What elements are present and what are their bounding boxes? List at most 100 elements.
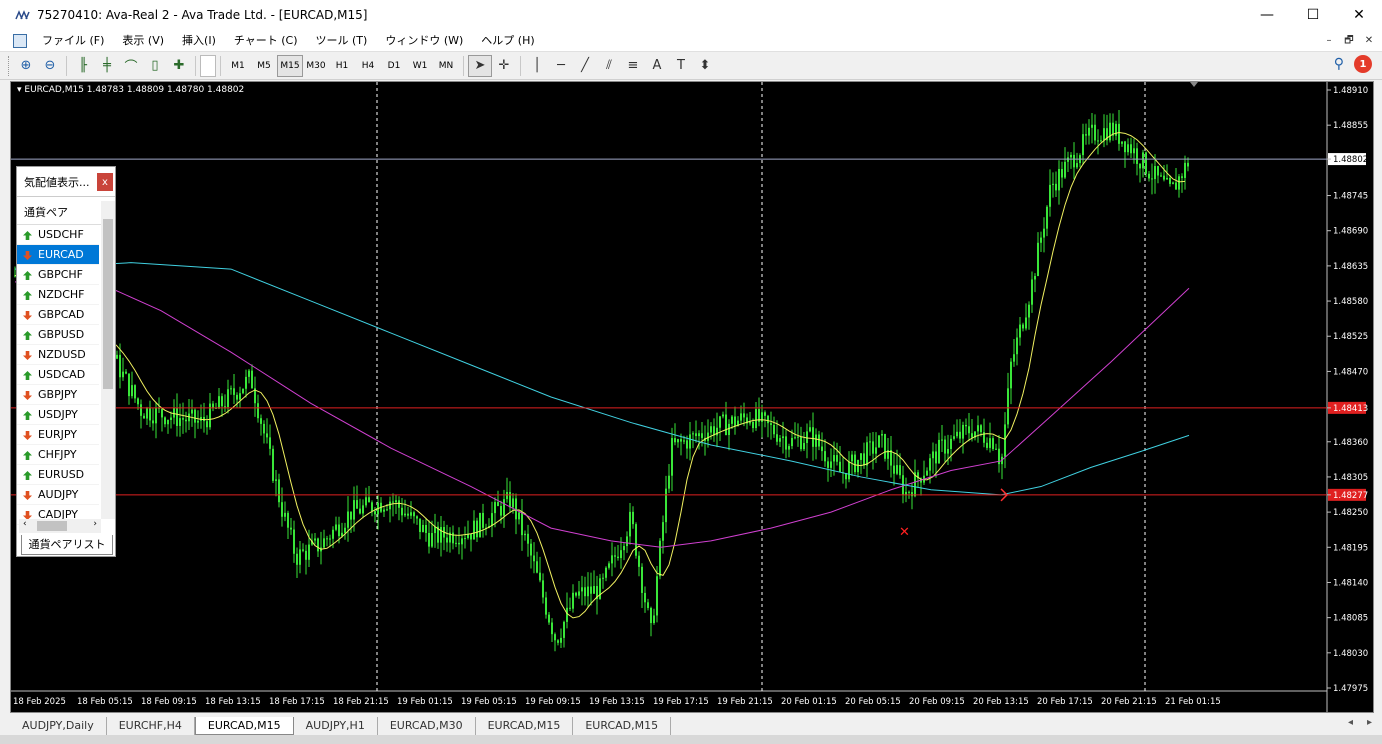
scroll-thumb[interactable] (103, 219, 113, 389)
candlestick-icon[interactable]: ╪ (95, 55, 119, 77)
tab-prev-icon[interactable]: ◂ (1348, 717, 1353, 728)
market-watch-row[interactable]: GBPCAD (17, 305, 99, 325)
close-button[interactable]: ✕ (1336, 0, 1382, 30)
chart-tab-active[interactable]: EURCAD,M15 (194, 717, 294, 735)
chart-tab[interactable]: AUDJPY,H1 (294, 717, 378, 735)
mdi-restore-button[interactable]: 🗗 (1342, 34, 1356, 48)
market-watch-row[interactable]: EURJPY (17, 425, 99, 445)
candle-body (1169, 177, 1171, 184)
tab-navigation: ◂ ▸ (1348, 717, 1372, 728)
candle-body (872, 441, 874, 454)
timeframe-m5[interactable]: M5 (251, 55, 277, 77)
search-icon[interactable]: ⚲ (1334, 56, 1344, 72)
candle-body (1148, 173, 1150, 179)
timeframe-w1[interactable]: W1 (407, 55, 433, 77)
menu-view[interactable]: 表示 (V) (113, 30, 173, 52)
candle-body (290, 527, 292, 530)
market-watch-row[interactable]: NZDUSD (17, 345, 99, 365)
fibonacci-icon[interactable]: ≡ (621, 55, 645, 77)
scroll-left-icon[interactable]: ‹ (23, 519, 27, 529)
timeframe-m30[interactable]: M30 (303, 55, 329, 77)
market-watch-close-button[interactable]: x (97, 173, 113, 191)
mdi-close-button[interactable]: ✕ (1362, 34, 1376, 48)
candle-body (899, 465, 901, 476)
candle-body (686, 440, 688, 449)
title-bar: 75270410: Ava-Real 2 - Ava Trade Ltd. - … (0, 0, 1382, 30)
market-watch-hscrollbar[interactable]: ‹ › (19, 519, 101, 533)
maximize-button[interactable]: ☐ (1290, 0, 1336, 30)
market-watch-row[interactable]: EURUSD (17, 465, 99, 485)
candle-body (1097, 140, 1099, 142)
chart-window-icon[interactable] (13, 33, 27, 48)
menu-tools[interactable]: ツール (T) (307, 30, 377, 52)
market-watch-row[interactable]: EURCAD (17, 245, 99, 265)
market-watch-row[interactable]: AUDJPY (17, 485, 99, 505)
candle-body (1166, 177, 1168, 180)
channel-icon[interactable]: ⫽ (597, 55, 621, 77)
market-watch-row[interactable]: GBPUSD (17, 325, 99, 345)
chart-tab[interactable]: EURCAD,M30 (378, 717, 476, 735)
timeframe-h1[interactable]: H1 (329, 55, 355, 77)
market-watch-row[interactable]: USDJPY (17, 405, 99, 425)
market-watch-row[interactable]: GBPJPY (17, 385, 99, 405)
autoscroll-icon[interactable]: ▯ (143, 55, 167, 77)
market-watch-row[interactable]: USDCHF (17, 225, 99, 245)
cursor-icon[interactable]: ➤ (468, 54, 492, 77)
toolbar-grip[interactable] (8, 55, 11, 76)
text-icon[interactable]: A (645, 55, 669, 77)
bar-chart-icon[interactable]: ╟ (71, 55, 95, 77)
menu-window[interactable]: ウィンドウ (W) (376, 30, 472, 52)
market-watch-tab-symbols[interactable]: 通貨ペアリスト (21, 535, 113, 555)
scroll-thumb[interactable] (37, 521, 67, 531)
line-chart-icon[interactable]: ⌒ (119, 55, 143, 77)
tab-next-icon[interactable]: ▸ (1367, 717, 1372, 728)
candle-body (620, 550, 622, 559)
chart-tab[interactable]: EURCHF,H4 (107, 717, 195, 735)
candle-body (1172, 182, 1174, 184)
candle-body (731, 416, 733, 424)
menu-file[interactable]: ファイル (F) (33, 30, 113, 52)
horizontal-line-icon[interactable]: ─ (549, 55, 573, 77)
chart-tab[interactable]: EURCAD,M15 (573, 717, 672, 735)
notification-badge[interactable]: 1 (1354, 55, 1372, 73)
market-watch-row[interactable]: NZDCHF (17, 285, 99, 305)
trendline-icon[interactable]: ╱ (573, 55, 597, 77)
chart-collapse-icon[interactable]: ▾ (17, 85, 22, 95)
time-tick-label: 19 Feb 17:15 (653, 697, 709, 707)
menu-help[interactable]: ヘルプ (H) (472, 30, 543, 52)
chart-tab[interactable]: EURCAD,M15 (476, 717, 574, 735)
arrows-icon[interactable]: ⬍ (693, 55, 717, 77)
menu-charts[interactable]: チャート (C) (225, 30, 307, 52)
indicators-icon[interactable]: ✚ (167, 55, 191, 77)
candle-body (1010, 361, 1012, 389)
crosshair-icon[interactable]: ✛ (492, 55, 516, 77)
candle-body (926, 470, 928, 476)
price-chart[interactable]: ✕ 1.48910 1.48855 1.48802 1.48745 1.48690 1.48… (11, 82, 1373, 712)
timeframe-h4[interactable]: H4 (355, 55, 381, 77)
candle-body (332, 529, 334, 539)
candle-body (821, 446, 823, 452)
market-watch-row[interactable]: GBPCHF (17, 265, 99, 285)
zoom-in-icon[interactable]: ⊕ (14, 55, 38, 77)
minimize-button[interactable]: — (1244, 0, 1290, 30)
timeframe-d1[interactable]: D1 (381, 55, 407, 77)
chart-area[interactable]: ✕ 1.48910 1.48855 1.48802 1.48745 1.48690 1.48… (10, 81, 1374, 713)
scroll-right-icon[interactable]: › (93, 519, 97, 529)
menu-insert[interactable]: 挿入(I) (173, 30, 225, 52)
candle-body (251, 370, 253, 389)
timeframe-m15[interactable]: M15 (277, 54, 303, 77)
timeframe-m1[interactable]: M1 (225, 55, 251, 77)
moving-average-fast (14, 132, 1186, 619)
chart-tab[interactable]: AUDJPY,Daily (10, 717, 107, 735)
market-watch-row[interactable]: CHFJPY (17, 445, 99, 465)
vertical-line-icon[interactable]: │ (525, 55, 549, 77)
candle-body (743, 413, 745, 418)
candle-body (800, 436, 802, 450)
timeframe-mn[interactable]: MN (433, 55, 459, 77)
market-watch-vscrollbar[interactable] (101, 201, 115, 519)
candle-body (407, 513, 409, 516)
market-watch-row[interactable]: USDCAD (17, 365, 99, 385)
text-label-icon[interactable]: T (669, 55, 693, 77)
mdi-minimize-button[interactable]: – (1322, 34, 1336, 48)
zoom-out-icon[interactable]: ⊖ (38, 55, 62, 77)
